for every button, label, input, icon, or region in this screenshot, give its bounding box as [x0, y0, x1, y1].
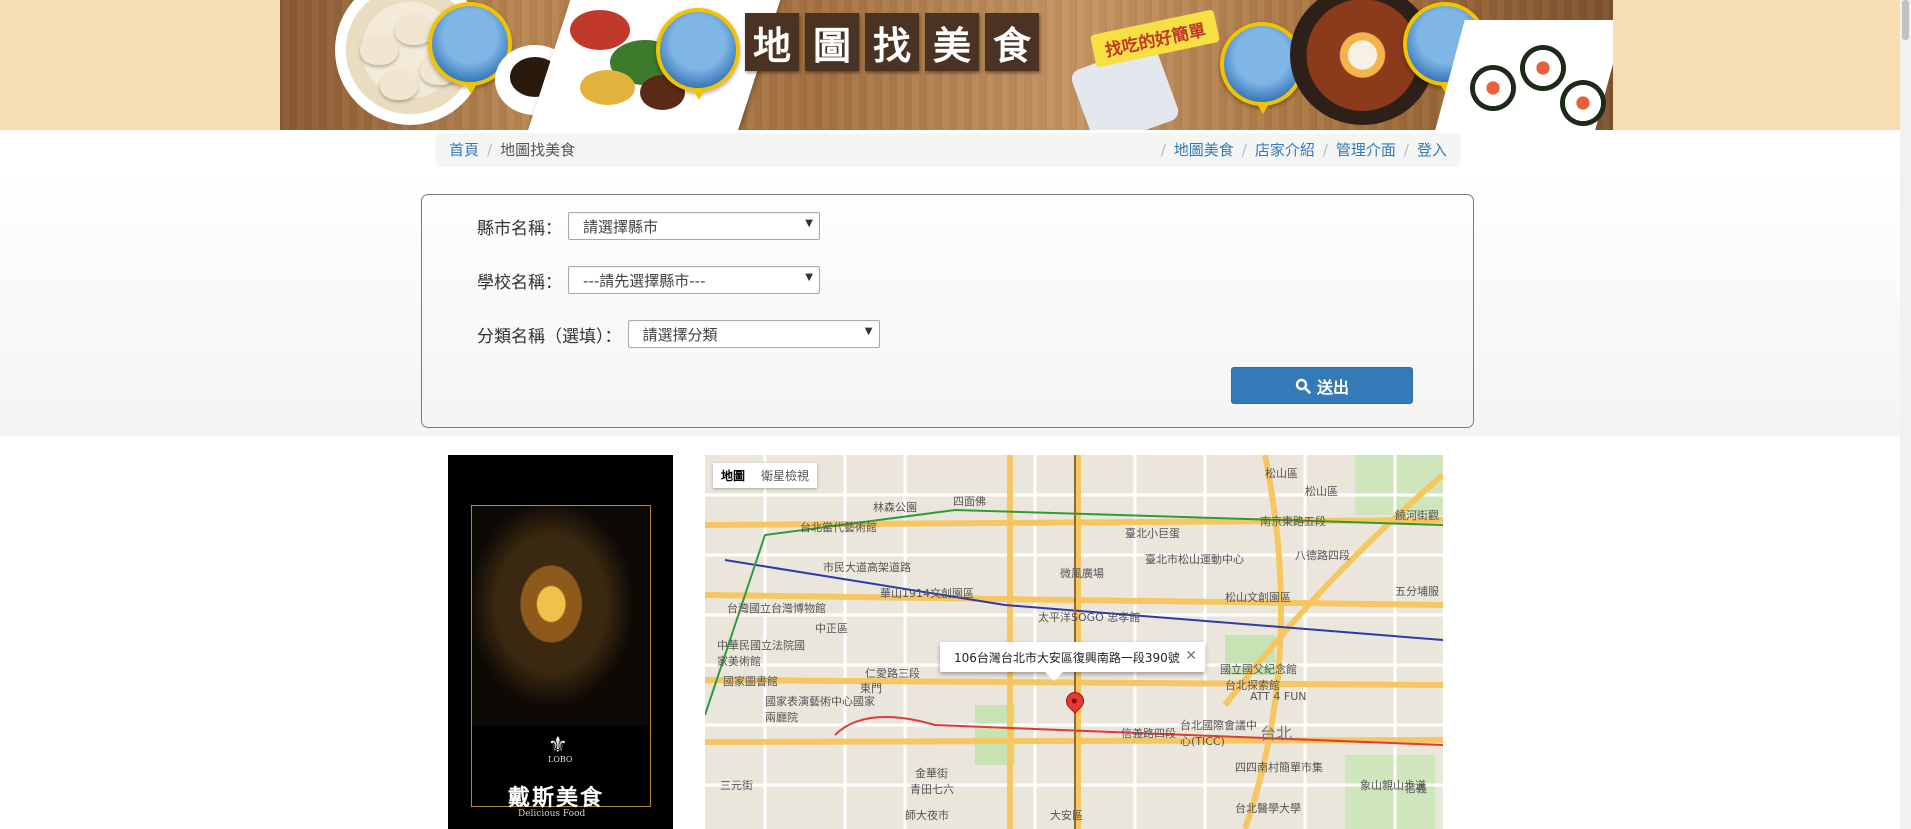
- map-label: 中正區: [815, 622, 848, 635]
- map-label: 國家圖書館: [723, 675, 778, 688]
- map-label: 信義: [1405, 782, 1427, 795]
- map-label: 南京東路五段: [1260, 515, 1326, 528]
- map-label: 松山區: [1265, 467, 1298, 480]
- map-label: ATT 4 FUN: [1250, 690, 1307, 703]
- city-select[interactable]: 請選擇縣市 ▼: [568, 212, 820, 240]
- title-char: 圖: [805, 13, 859, 71]
- map-label: 師大夜市: [905, 809, 949, 822]
- search-icon: [1295, 378, 1311, 394]
- sushi-roll-image: [1560, 80, 1606, 126]
- category-select-value: 請選擇分類: [642, 325, 718, 344]
- map-label: 中華民國立法院國家美術館: [717, 639, 805, 668]
- map-label: 八德路四段: [1295, 549, 1350, 562]
- scrollbar-thumb[interactable]: [1902, 0, 1909, 40]
- map-label: 國立國父紀念館: [1220, 663, 1297, 676]
- map-type-map-button[interactable]: 地圖: [713, 463, 753, 488]
- map-label: 國家表演藝術中心國家兩廳院: [765, 695, 875, 724]
- title-char: 食: [985, 13, 1039, 71]
- map-label: 微風廣場: [1060, 567, 1104, 580]
- map-label: 台北: [1260, 724, 1293, 743]
- school-select[interactable]: ---請先選擇縣市--- ▼: [568, 266, 820, 294]
- category-select[interactable]: 請選擇分類 ▼: [627, 320, 880, 348]
- map-label: 五分埔服: [1395, 585, 1439, 598]
- ad-brand-name: 戴斯美食: [508, 785, 605, 811]
- dumpling-image: [360, 35, 398, 65]
- school-select-value: ---請先選擇縣市---: [583, 271, 706, 290]
- nav-separator: /: [1322, 140, 1328, 159]
- submit-button[interactable]: 送出: [1231, 367, 1413, 404]
- map-label: 太平洋SOGO 忠孝館: [1038, 611, 1141, 624]
- map-label: 三元街: [720, 779, 753, 792]
- map-label: 大安區: [1050, 809, 1083, 822]
- school-row: 學校名稱： ---請先選擇縣市--- ▼: [477, 266, 820, 294]
- nav-store-intro-link[interactable]: 店家介紹: [1255, 139, 1315, 160]
- breadcrumb-current: 地圖找美食: [500, 141, 576, 159]
- chevron-down-icon: ▼: [805, 218, 813, 229]
- breadcrumb-home-link[interactable]: 首頁: [449, 139, 479, 160]
- map-label: 華山1914文創園區: [880, 587, 974, 600]
- title-char: 地: [745, 13, 799, 71]
- restaurant-ad[interactable]: ⚜ LOBO 戴斯美食 Delicious Food: [448, 455, 673, 829]
- nav-login-link[interactable]: 登入: [1417, 139, 1447, 160]
- map-label: 台北當代藝術館: [800, 521, 877, 534]
- map-label: 松山文創園區: [1225, 591, 1291, 604]
- pepper-image: [570, 10, 630, 50]
- map-label: 台北醫學大學: [1235, 802, 1301, 815]
- category-row: 分類名稱（選填）： 請選擇分類 ▼: [477, 320, 880, 348]
- map-label: 臺北市松山運動中心: [1145, 553, 1244, 566]
- category-label: 分類名稱（選填）：: [477, 326, 622, 347]
- yellow-pepper-image: [580, 70, 635, 105]
- map-type-satellite-button[interactable]: 衛星檢視: [753, 463, 817, 488]
- search-form: 縣市名稱： 請選擇縣市 ▼ 學校名稱： ---請先選擇縣市--- ▼ 分類名稱（…: [421, 194, 1474, 428]
- map-type-control: 地圖 衛星檢視: [713, 463, 818, 488]
- map-label: 台北國際會議中心(TICC): [1180, 719, 1257, 748]
- map-label: 松山區: [1305, 485, 1338, 498]
- nav-admin-link[interactable]: 管理介面: [1336, 139, 1396, 160]
- map-label: 青田七六: [910, 783, 954, 796]
- ad-subtitle: Delicious Food: [518, 809, 586, 819]
- google-map[interactable]: 地圖 衛星檢視 四面佛 松山區 台北當代藝術館 臺北小巨蛋 林森公園 市民大道高…: [705, 455, 1443, 829]
- chevron-down-icon: ▼: [805, 272, 813, 283]
- map-info-window: 106台灣台北市大安區復興南路一段390號 ✕: [940, 642, 1205, 681]
- info-address: 106台灣台北市大安區復興南路一段390號: [954, 650, 1180, 665]
- breadcrumb: 首頁 / 地圖找美食: [449, 139, 575, 160]
- sushi-roll-image: [1470, 65, 1516, 111]
- map-label: 金華街: [915, 767, 948, 780]
- city-select-value: 請選擇縣市: [583, 217, 659, 236]
- map-label: 饒河街觀: [1395, 509, 1439, 522]
- map-label: 市民大道高架道路: [823, 561, 911, 574]
- school-label: 學校名稱：: [477, 272, 562, 293]
- map-label: 四四南村簡單市集: [1235, 761, 1323, 774]
- map-label: 仁愛路三段: [865, 667, 920, 680]
- breadcrumb-bar: 首頁 / 地圖找美食 / 地圖美食 / 店家介紹 / 管理介面 / 登入: [435, 133, 1461, 167]
- nav-map-food-link[interactable]: 地圖美食: [1174, 139, 1234, 160]
- ad-logo-text: LOBO: [548, 755, 573, 764]
- top-nav: / 地圖美食 / 店家介紹 / 管理介面 / 登入: [1153, 139, 1447, 160]
- map-label: 台灣國立台灣博物館: [727, 602, 826, 615]
- submit-button-label: 送出: [1316, 377, 1349, 397]
- map-label: 四面佛: [953, 495, 986, 508]
- site-banner: 地 圖 找 美 食 找吃的好簡單: [280, 0, 1613, 130]
- page-scrollbar[interactable]: [1900, 0, 1911, 829]
- title-char: 找: [865, 13, 919, 71]
- close-icon[interactable]: ✕: [1185, 648, 1197, 664]
- city-label: 縣市名稱：: [477, 218, 562, 239]
- sushi-roll-image: [1520, 45, 1566, 91]
- title-char: 美: [925, 13, 979, 71]
- chevron-down-icon: ▼: [864, 326, 873, 337]
- map-label: 林森公園: [873, 501, 917, 514]
- nav-separator: /: [1160, 140, 1166, 159]
- nav-separator: /: [1241, 140, 1247, 159]
- nav-separator: /: [1403, 140, 1409, 159]
- memorial-badge-icon: [656, 8, 740, 100]
- site-title: 地 圖 找 美 食: [745, 13, 1039, 73]
- map-label: 臺北小巨蛋: [1125, 527, 1180, 540]
- dumpling-image: [380, 70, 418, 100]
- breadcrumb-separator: /: [487, 140, 493, 159]
- city-row: 縣市名稱： 請選擇縣市 ▼: [477, 212, 820, 240]
- map-label: 信義路四段: [1121, 727, 1176, 740]
